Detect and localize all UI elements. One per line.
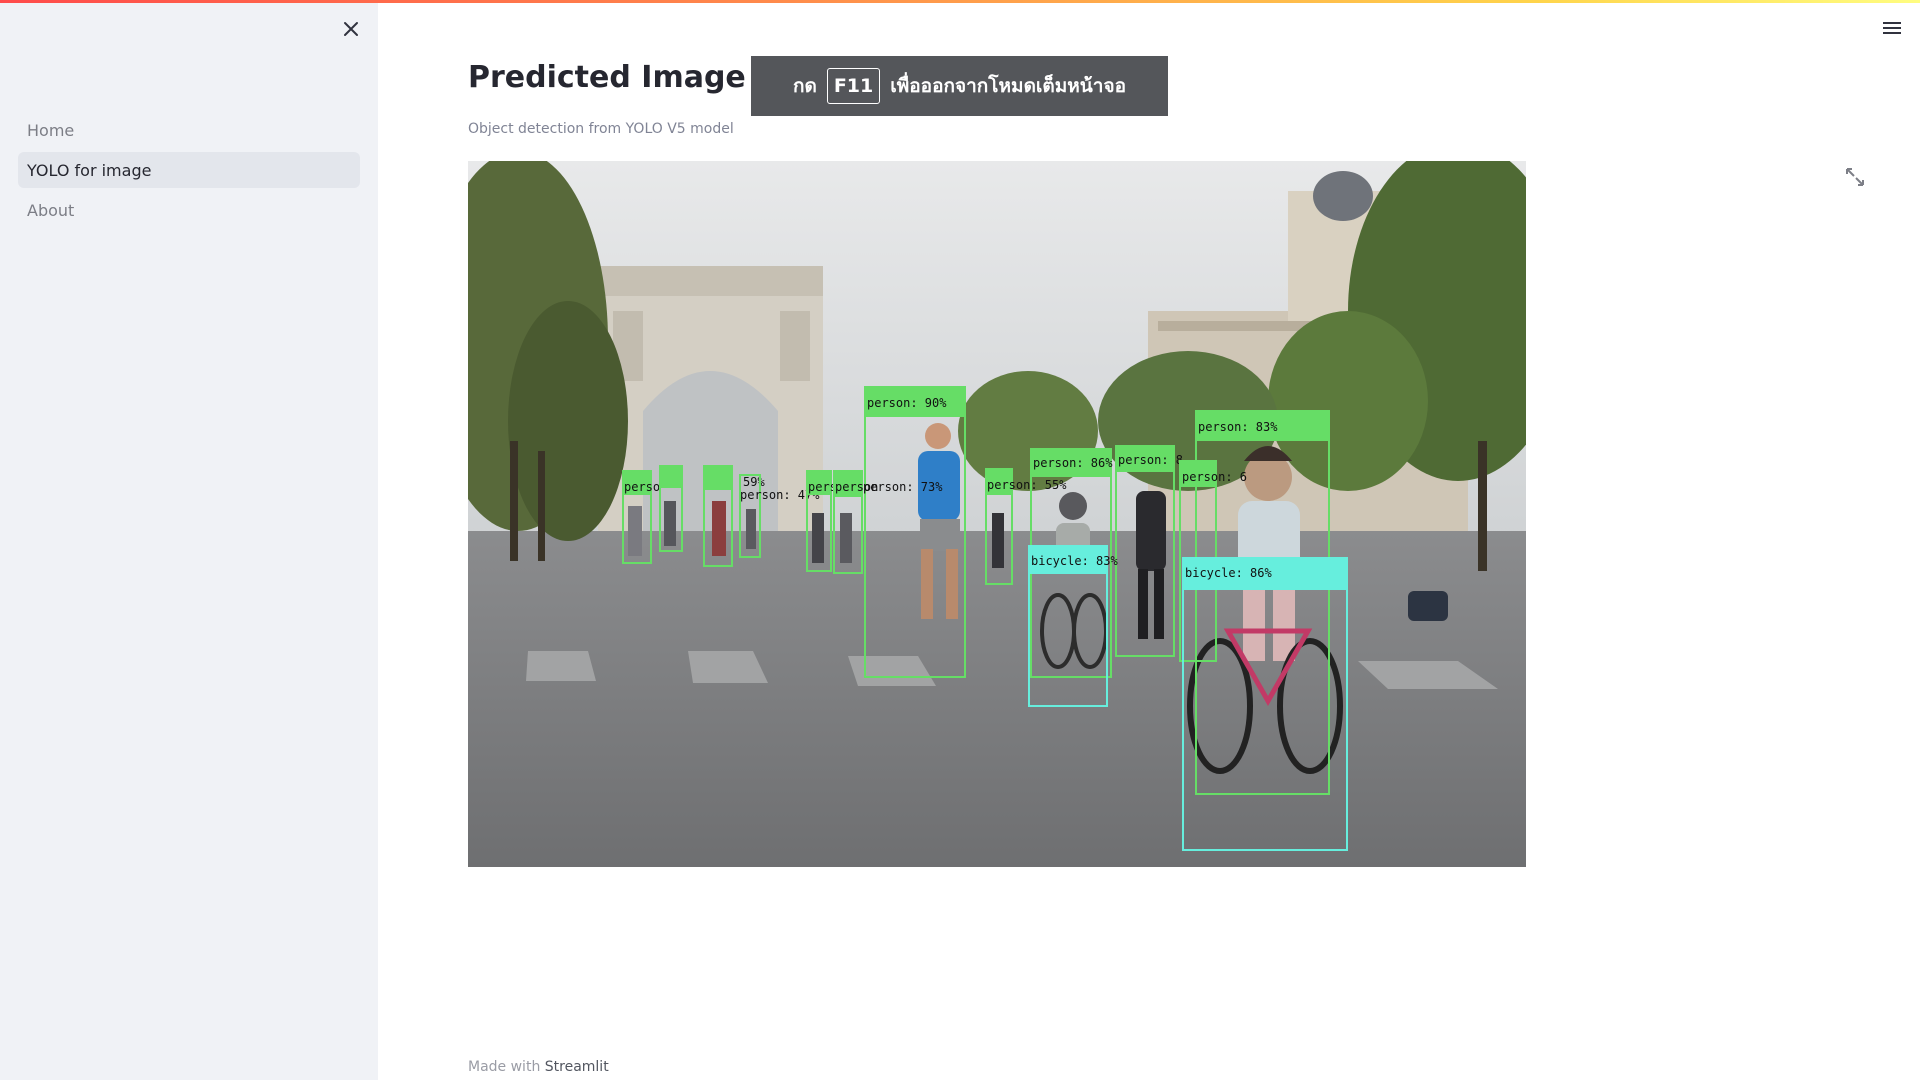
- detection-label: person: 90%: [867, 396, 947, 410]
- notice-prefix: กด: [792, 75, 817, 97]
- detection-label: perso: [624, 480, 660, 494]
- detection-label: person: 73%: [863, 480, 943, 494]
- top-decoration-bar: [0, 0, 1920, 3]
- footer-made-with: Made with: [468, 1059, 541, 1075]
- sidebar-close-button[interactable]: [338, 16, 364, 42]
- sidebar-item-label: Home: [27, 120, 75, 140]
- detection-label: pers: [808, 480, 837, 494]
- detection-label: person: 83%: [1198, 420, 1278, 434]
- fullscreen-exit-notice: กด F11 เพื่อออกจากโหมดเต็มหน้าจอ: [751, 56, 1168, 116]
- hamburger-menu-icon: [1883, 22, 1901, 34]
- footer: Made with Streamlit: [468, 1059, 609, 1075]
- detection-label: bicycle: 86%: [1185, 566, 1272, 580]
- detection-label: person: 55%: [987, 478, 1067, 492]
- sidebar-item-label: YOLO for image: [27, 160, 152, 180]
- detection-label: person: 8: [1118, 453, 1183, 467]
- notice-suffix: เพื่อออกจากโหมดเต็มหน้าจอ: [890, 75, 1126, 97]
- sidebar-item-about[interactable]: About: [18, 192, 360, 228]
- footer-streamlit-link[interactable]: Streamlit: [545, 1059, 609, 1075]
- detection-label: person: 6: [1182, 470, 1247, 484]
- f11-key-badge: F11: [826, 68, 881, 104]
- close-icon: [344, 22, 358, 36]
- detection-label: person: 86%: [1033, 456, 1113, 470]
- predicted-image: person: 90% person: 83% person: 86% pers…: [468, 161, 1526, 867]
- page-title: Predicted Image: [468, 60, 746, 95]
- sidebar-item-yolo-for-image[interactable]: YOLO for image: [18, 152, 360, 188]
- sidebar-nav: Home YOLO for image About: [18, 112, 360, 232]
- expand-icon: [1846, 168, 1864, 186]
- image-caption: Object detection from YOLO V5 model: [468, 121, 734, 137]
- detection-label: bicycle: 83%: [1031, 554, 1118, 568]
- sidebar-item-home[interactable]: Home: [18, 112, 360, 148]
- predicted-image-scene: person: 90% person: 83% person: 86% pers…: [468, 161, 1526, 867]
- main-menu-button[interactable]: [1879, 17, 1905, 39]
- sidebar: Home YOLO for image About: [0, 0, 378, 1080]
- detection-label: 59%: [743, 475, 765, 489]
- sidebar-item-label: About: [27, 200, 75, 220]
- fullscreen-button[interactable]: [1844, 166, 1866, 188]
